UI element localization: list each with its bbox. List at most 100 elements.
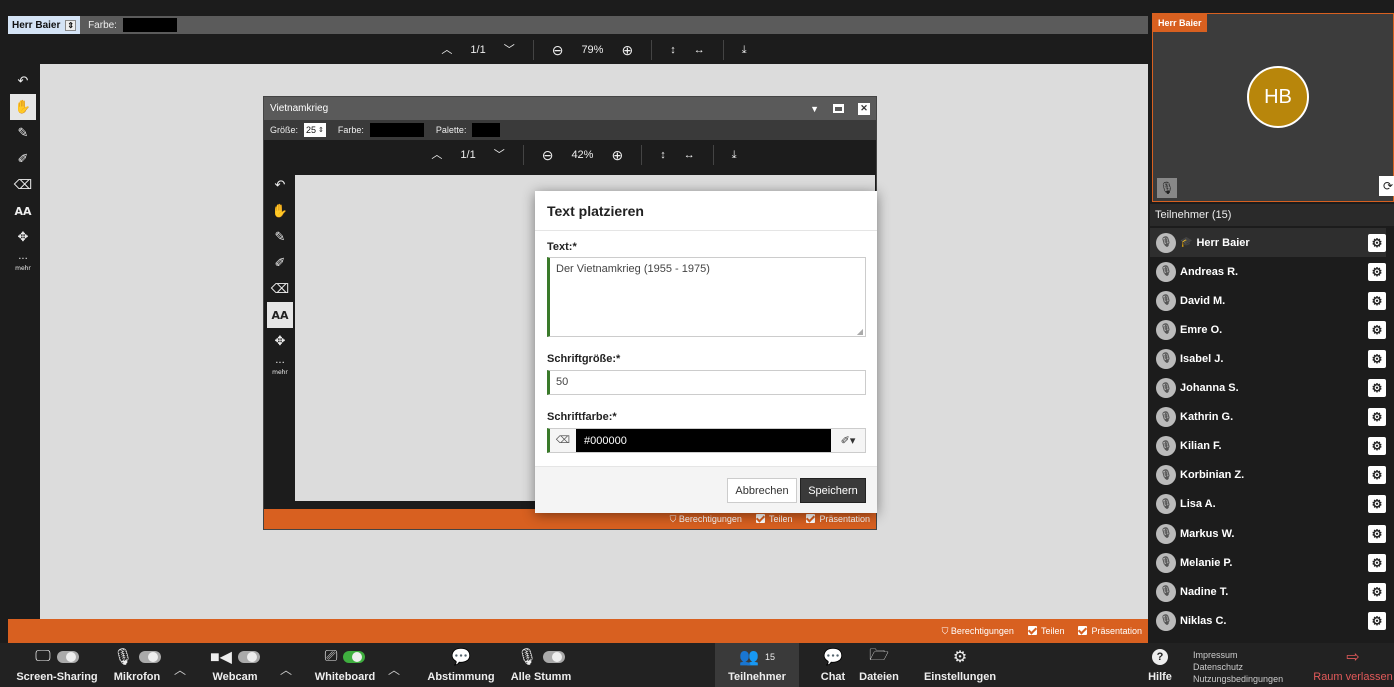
muted-mic-icon[interactable]: 🎙 xyxy=(1156,523,1176,544)
help-button[interactable]: ? Hilfe xyxy=(1146,643,1174,687)
muted-mic-icon[interactable]: 🎙 xyxy=(1156,319,1176,340)
participant-row[interactable]: 🎙 Johanna S. ⚙ xyxy=(1150,374,1386,403)
share-checkbox[interactable]: Teilen xyxy=(1027,626,1064,636)
microphone-toggle[interactable] xyxy=(139,651,162,663)
participant-row[interactable]: 🎙 Melanie P. ⚙ xyxy=(1150,548,1386,577)
chevron-up-icon[interactable]: ︿ xyxy=(174,661,186,678)
chevron-up-icon[interactable]: ︿ xyxy=(388,661,400,678)
chevron-up-icon[interactable]: ︿ xyxy=(280,661,292,678)
download-icon[interactable]: ⤓ xyxy=(732,149,737,161)
poll-button[interactable]: 💬 Abstimmung xyxy=(426,643,496,687)
eraser-icon[interactable]: ⌫ xyxy=(267,276,293,302)
muted-mic-icon[interactable]: 🎙 xyxy=(1156,581,1176,602)
maximize-icon[interactable] xyxy=(833,104,844,113)
screen-sharing-toggle[interactable] xyxy=(56,651,79,663)
presentation-checkbox[interactable]: Präsentation xyxy=(1078,626,1142,636)
gear-icon[interactable]: ⚙ xyxy=(1368,611,1386,630)
leave-room-button[interactable]: ⇨ Raum verlassen xyxy=(1312,643,1394,687)
fit-height-icon[interactable]: ↕ xyxy=(660,149,666,161)
eraser-icon[interactable]: ⌫ xyxy=(550,429,576,452)
chevron-down-icon[interactable]: ﹀ xyxy=(504,44,515,56)
chevron-down-icon[interactable]: ﹀ xyxy=(494,149,505,161)
switch-camera-icon[interactable]: ⟳ xyxy=(1379,176,1394,196)
settings-button[interactable]: ⚙ Einstellungen xyxy=(922,643,998,687)
color-swatch[interactable] xyxy=(369,123,424,137)
dropdown-icon[interactable]: ▼ xyxy=(810,104,819,114)
font-size-input[interactable]: 50 xyxy=(547,370,866,395)
participant-row[interactable]: 🎙 Lisa A. ⚙ xyxy=(1150,490,1386,519)
participants-button[interactable]: 👥 15 Teilnehmer xyxy=(715,643,799,687)
chat-button[interactable]: 💬 Chat xyxy=(815,643,851,687)
terms-link[interactable]: Nutzungsbedingungen xyxy=(1193,673,1283,685)
eraser-icon[interactable]: ⌫ xyxy=(10,172,36,198)
participant-row[interactable]: 🎙 🎓 Herr Baier ⚙ xyxy=(1150,228,1386,257)
muted-mic-icon[interactable]: 🎙 xyxy=(1156,552,1176,573)
webcam-button[interactable]: ■◀ Webcam xyxy=(210,643,260,687)
participant-row[interactable]: 🎙 Isabel J. ⚙ xyxy=(1150,344,1386,373)
participant-row[interactable]: 🎙 Kilian F. ⚙ xyxy=(1150,432,1386,461)
webcam-toggle[interactable] xyxy=(237,651,260,663)
resize-handle-icon[interactable]: ◢ xyxy=(857,327,863,336)
gear-icon[interactable]: ⚙ xyxy=(1368,408,1386,427)
download-icon[interactable]: ⤓ xyxy=(742,44,747,56)
gear-icon[interactable]: ⚙ xyxy=(1368,582,1386,601)
participant-row[interactable]: 🎙 Kathrin G. ⚙ xyxy=(1150,403,1386,432)
muted-mic-icon[interactable]: 🎙 xyxy=(1156,610,1176,631)
mute-all-button[interactable]: 🎙 Alle Stumm xyxy=(510,643,572,687)
zoom-out-icon[interactable]: ⊖ xyxy=(542,148,554,162)
gear-icon[interactable]: ⚙ xyxy=(1368,233,1386,252)
muted-mic-icon[interactable]: 🎙 xyxy=(1156,232,1176,253)
zoom-in-icon[interactable]: ⊕ xyxy=(621,43,633,57)
participant-row[interactable]: 🎙 Emre O. ⚙ xyxy=(1150,315,1386,344)
hand-tool-icon[interactable]: ✋ xyxy=(10,94,36,120)
gear-icon[interactable]: ⚙ xyxy=(1368,349,1386,368)
permissions-link[interactable]: ⛉ Berechtigungen xyxy=(670,514,742,525)
fit-height-icon[interactable]: ↕ xyxy=(670,44,676,56)
muted-mic-icon[interactable]: 🎙 xyxy=(1156,465,1176,486)
hand-tool-icon[interactable]: ✋ xyxy=(267,198,293,224)
gear-icon[interactable]: ⚙ xyxy=(1368,524,1386,543)
palette-swatch[interactable] xyxy=(472,123,501,137)
color-swatch[interactable] xyxy=(122,18,177,32)
mute-all-toggle[interactable] xyxy=(543,651,566,663)
color-picker-icon[interactable]: ✐▾ xyxy=(831,429,865,452)
gear-icon[interactable]: ⚙ xyxy=(1368,320,1386,339)
chevron-up-icon[interactable]: ︿ xyxy=(431,149,442,161)
chevron-up-icon[interactable]: ︿ xyxy=(441,44,452,56)
muted-mic-icon[interactable]: 🎙 xyxy=(1156,436,1176,457)
files-button[interactable]: 🗁 Dateien xyxy=(857,643,901,687)
more-tools-button[interactable]: ··· mehr xyxy=(267,354,293,380)
privacy-link[interactable]: Datenschutz xyxy=(1193,661,1283,673)
gear-icon[interactable]: ⚙ xyxy=(1368,495,1386,514)
fit-width-icon[interactable]: ↔ xyxy=(684,149,695,161)
gear-icon[interactable]: ⚙ xyxy=(1368,466,1386,485)
gear-icon[interactable]: ⚙ xyxy=(1368,379,1386,397)
window-titlebar[interactable]: Vietnamkrieg ▼ ✕ xyxy=(264,97,876,120)
share-checkbox[interactable]: Teilen xyxy=(755,514,792,524)
participant-row[interactable]: 🎙 Markus W. ⚙ xyxy=(1150,519,1386,548)
impressum-link[interactable]: Impressum xyxy=(1193,649,1283,661)
participant-row[interactable]: 🎙 Niklas C. ⚙ xyxy=(1150,606,1386,635)
muted-mic-icon[interactable]: 🎙 xyxy=(1156,348,1176,369)
undo-icon[interactable]: ↶ xyxy=(10,68,36,94)
move-icon[interactable]: ✥ xyxy=(10,224,36,250)
permissions-link[interactable]: ⛉ Berechtigungen xyxy=(942,626,1014,637)
muted-mic-icon[interactable]: 🎙 xyxy=(1156,378,1176,398)
marker-icon[interactable]: ✐ xyxy=(10,146,36,172)
pen-icon[interactable]: ✎ xyxy=(267,224,293,250)
muted-mic-icon[interactable]: 🎙 xyxy=(1156,290,1176,311)
text-tool-icon[interactable]: AA xyxy=(267,302,293,328)
save-button[interactable]: Speichern xyxy=(800,478,866,503)
muted-mic-icon[interactable]: 🎙 xyxy=(1156,261,1176,282)
gear-icon[interactable]: ⚙ xyxy=(1368,553,1386,572)
muted-mic-icon[interactable]: 🎙 xyxy=(1156,407,1176,428)
user-select[interactable]: Herr Baier ⇕ xyxy=(8,16,81,34)
participant-row[interactable]: 🎙 Nadine T. ⚙ xyxy=(1150,577,1386,606)
move-icon[interactable]: ✥ xyxy=(267,328,293,354)
close-icon[interactable]: ✕ xyxy=(858,102,870,115)
whiteboard-button[interactable]: ⎚ Whiteboard xyxy=(310,643,380,687)
whiteboard-toggle[interactable] xyxy=(343,651,366,663)
fit-width-icon[interactable]: ↔ xyxy=(694,44,705,56)
marker-icon[interactable]: ✐ xyxy=(267,250,293,276)
screen-sharing-button[interactable]: 🖵 Screen-Sharing xyxy=(12,643,102,687)
